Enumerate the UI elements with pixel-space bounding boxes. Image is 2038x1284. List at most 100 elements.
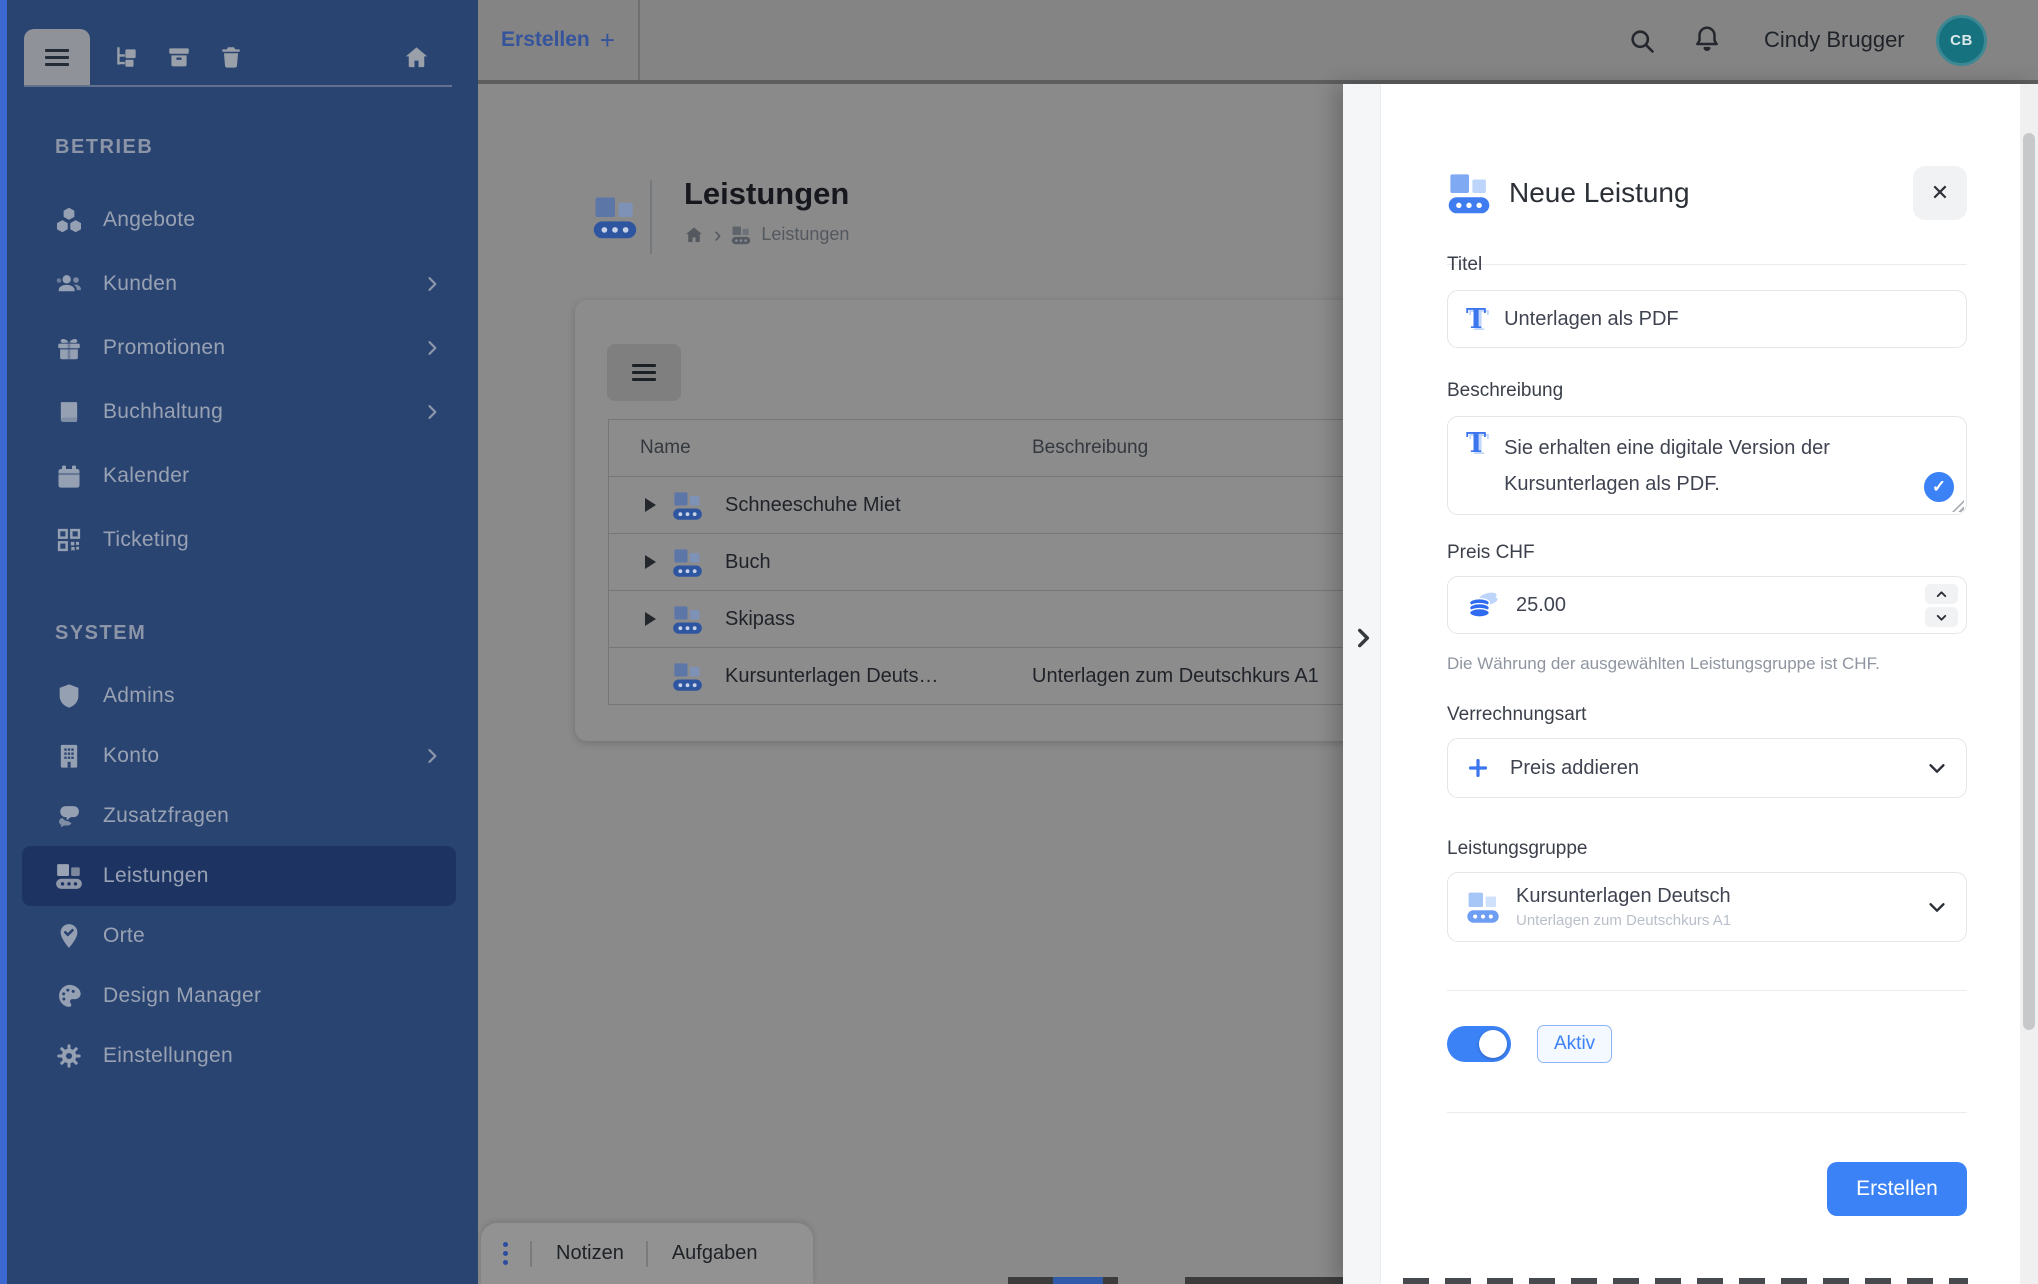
service-blocks-icon bbox=[731, 225, 751, 245]
topbar: Erstellen + Cindy Brugger CB bbox=[478, 0, 2038, 84]
preis-label: Preis CHF bbox=[1447, 542, 1535, 564]
notifications-bell-icon[interactable] bbox=[1692, 24, 1722, 54]
tab-divider bbox=[646, 1241, 648, 1267]
chevron-right-icon bbox=[422, 274, 442, 294]
tree-structure-icon[interactable] bbox=[114, 44, 140, 70]
erstellen-button[interactable]: Erstellen bbox=[1827, 1162, 1967, 1216]
tab-divider bbox=[530, 1241, 532, 1267]
verrechnungsart-select[interactable]: Preis addieren bbox=[1447, 738, 1967, 798]
sidebar: BETRIEB Angebote Kunden bbox=[0, 0, 478, 1284]
create-tab[interactable]: Erstellen + bbox=[478, 0, 640, 80]
expand-caret-icon[interactable] bbox=[645, 612, 656, 626]
name-cell: Schneeschuhe Miet bbox=[609, 490, 1032, 521]
home-icon[interactable] bbox=[403, 44, 430, 71]
page-title: Leistungen bbox=[684, 176, 849, 212]
drawer-gutter bbox=[1343, 84, 1381, 1284]
avatar[interactable]: CB bbox=[1936, 15, 1987, 66]
sidebar-item-ticketing[interactable]: Ticketing bbox=[22, 508, 456, 572]
column-header-name[interactable]: Name bbox=[609, 437, 1032, 459]
sidebar-item-label: Kalender bbox=[103, 464, 189, 488]
sidebar-item-label: Design Manager bbox=[103, 984, 261, 1008]
text-type-icon: T bbox=[1466, 430, 1486, 457]
hamburger-icon bbox=[45, 49, 69, 52]
chevron-down-icon bbox=[1926, 757, 1948, 779]
titel-value: Unterlagen als PDF bbox=[1504, 308, 1679, 331]
sidebar-item-kunden[interactable]: Kunden bbox=[22, 252, 456, 316]
service-blocks-icon bbox=[672, 547, 703, 578]
expand-caret-icon[interactable] bbox=[645, 498, 656, 512]
titel-input[interactable]: T Unterlagen als PDF bbox=[1447, 290, 1967, 348]
sidebar-item-label: Leistungen bbox=[103, 864, 209, 888]
verrechnungsart-label: Verrechnungsart bbox=[1447, 704, 1586, 726]
sidebar-section-betrieb: BETRIEB bbox=[55, 136, 153, 159]
sidebar-item-orte[interactable]: Orte bbox=[22, 906, 456, 966]
name-cell: Kursunterlagen Deuts… bbox=[609, 661, 1032, 692]
qr-ticket-icon bbox=[55, 526, 83, 554]
header-divider bbox=[650, 180, 652, 254]
sidebar-item-label: Kunden bbox=[103, 272, 177, 296]
verrechnungsart-value: Preis addieren bbox=[1510, 757, 1639, 780]
table-menu-button[interactable] bbox=[607, 344, 681, 401]
expand-caret-icon[interactable] bbox=[645, 555, 656, 569]
book-icon bbox=[55, 398, 83, 426]
drawer-scrollbar-track bbox=[2020, 84, 2038, 1284]
preis-input[interactable]: 25.00 bbox=[1447, 576, 1967, 634]
sidebar-accent-strip bbox=[0, 0, 7, 1284]
sidebar-item-kalender[interactable]: Kalender bbox=[22, 444, 456, 508]
sidebar-item-einstellungen[interactable]: Einstellungen bbox=[22, 1026, 456, 1086]
sidebar-item-design-manager[interactable]: Design Manager bbox=[22, 966, 456, 1026]
sidebar-item-zusatzfragen[interactable]: Zusatzfragen bbox=[22, 786, 456, 846]
breadcrumb-current[interactable]: Leistungen bbox=[761, 224, 849, 245]
sidebar-item-label: Zusatzfragen bbox=[103, 804, 229, 828]
sidebar-item-promotionen[interactable]: Promotionen bbox=[22, 316, 456, 380]
chevron-down-icon bbox=[1926, 896, 1948, 918]
decrement-button[interactable] bbox=[1925, 607, 1958, 627]
aktiv-toggle-row: Aktiv bbox=[1447, 1024, 1612, 1064]
increment-button[interactable] bbox=[1925, 584, 1958, 604]
cubes-icon bbox=[55, 206, 83, 234]
sidebar-nav-betrieb: Angebote Kunden Promotionen bbox=[22, 188, 456, 572]
kebab-menu-icon[interactable] bbox=[503, 1242, 508, 1265]
name-cell: Buch bbox=[609, 547, 1032, 578]
sidebar-item-leistungen[interactable]: Leistungen bbox=[22, 846, 456, 906]
leistungsgruppe-select[interactable]: Kursunterlagen Deutsch Unterlagen zum De… bbox=[1447, 872, 1967, 942]
gear-icon bbox=[55, 1042, 83, 1070]
service-blocks-icon bbox=[55, 862, 83, 890]
collapse-drawer-chevron-icon[interactable] bbox=[1350, 625, 1376, 651]
service-blocks-icon bbox=[1466, 890, 1500, 924]
aktiv-toggle[interactable] bbox=[1447, 1026, 1511, 1062]
sidebar-item-admins[interactable]: Admins bbox=[22, 666, 456, 726]
leistungsgruppe-label: Leistungsgruppe bbox=[1447, 838, 1588, 860]
app-screen: BETRIEB Angebote Kunden bbox=[0, 0, 2038, 1284]
create-tab-label: Erstellen bbox=[501, 28, 590, 52]
building-icon bbox=[55, 742, 83, 770]
home-icon[interactable] bbox=[684, 225, 704, 245]
user-name[interactable]: Cindy Brugger bbox=[1764, 0, 1905, 80]
cutoff-content-sliver bbox=[1053, 1277, 1103, 1284]
sidebar-item-buchhaltung[interactable]: Buchhaltung bbox=[22, 380, 456, 444]
service-name: Kursunterlagen Deuts… bbox=[725, 665, 938, 688]
service-blocks-icon bbox=[592, 194, 638, 240]
tab-aufgaben[interactable]: Aufgaben bbox=[672, 1242, 758, 1265]
sidebar-collapse-button[interactable] bbox=[24, 29, 90, 85]
sidebar-header bbox=[24, 29, 452, 85]
cutoff-content-sliver bbox=[1185, 1277, 1343, 1284]
close-button[interactable]: ✕ bbox=[1913, 166, 1967, 220]
map-pin-icon bbox=[55, 922, 83, 950]
sidebar-item-label: Einstellungen bbox=[103, 1044, 233, 1068]
calendar-icon bbox=[55, 462, 83, 490]
sidebar-header-divider bbox=[24, 85, 452, 87]
sidebar-item-konto[interactable]: Konto bbox=[22, 726, 456, 786]
drawer-divider bbox=[1447, 264, 1967, 265]
sidebar-item-angebote[interactable]: Angebote bbox=[22, 188, 456, 252]
archive-icon[interactable] bbox=[166, 44, 192, 70]
tab-notizen[interactable]: Notizen bbox=[556, 1242, 624, 1265]
beschreibung-textarea[interactable]: T Sie erhalten eine digitale Version der… bbox=[1447, 416, 1967, 515]
drawer-scrollbar-thumb[interactable] bbox=[2023, 133, 2035, 1030]
preis-value: 25.00 bbox=[1516, 594, 1566, 617]
search-icon[interactable] bbox=[1628, 27, 1656, 55]
trash-icon[interactable] bbox=[218, 44, 244, 70]
breadcrumb: › Leistungen bbox=[684, 224, 849, 245]
drawer-title: Neue Leistung bbox=[1509, 177, 1690, 209]
resize-handle[interactable] bbox=[1952, 500, 1964, 512]
